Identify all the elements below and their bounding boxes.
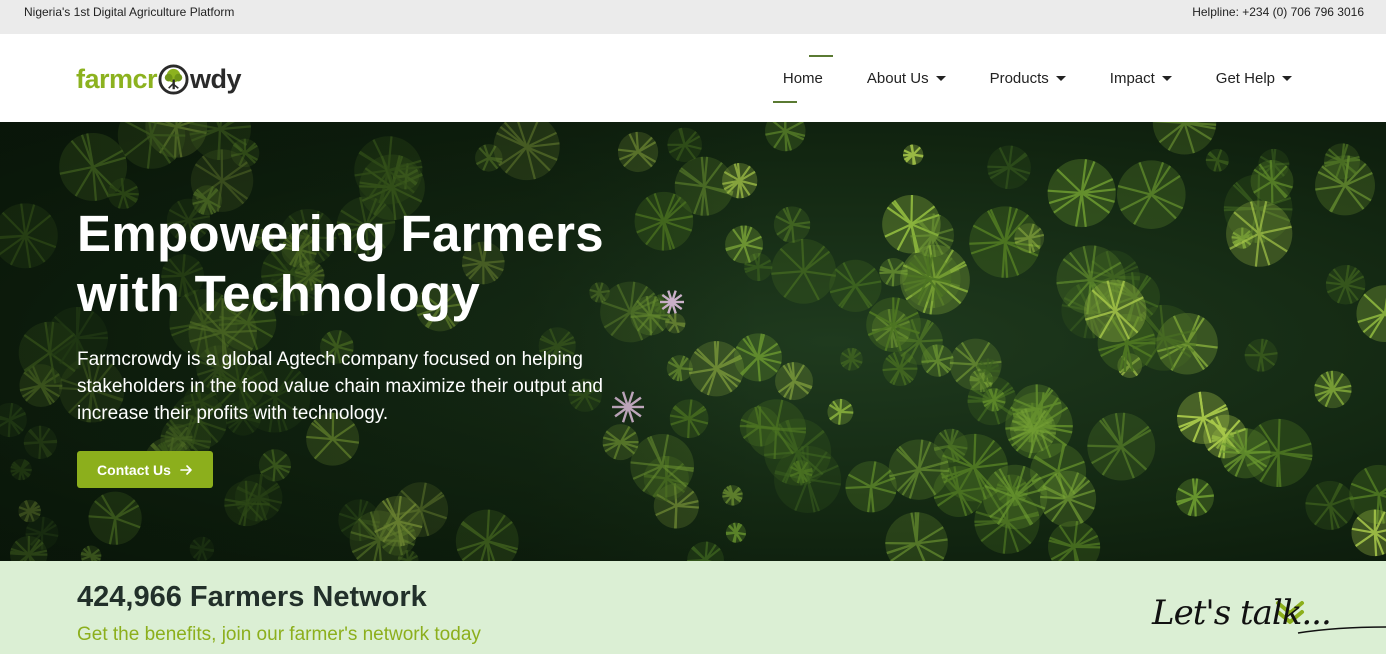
nav-products-label: Products <box>989 69 1049 87</box>
nav-get-help-label: Get Help <box>1215 69 1275 87</box>
caret-down-icon <box>935 76 946 81</box>
hero-title-line2: with Technology <box>77 265 481 322</box>
hero-title: Empowering Farmers with Technology <box>77 204 717 324</box>
top-info-bar: Nigeria's 1st Digital Agriculture Platfo… <box>0 0 1386 34</box>
caret-down-icon <box>1055 76 1066 81</box>
hero-title-line1: Empowering Farmers <box>77 205 604 262</box>
caret-down-icon <box>1161 76 1172 81</box>
lets-talk-chat-widget[interactable]: Let's talk... <box>1148 587 1386 654</box>
lets-talk-label: Let's talk... <box>1152 593 1332 633</box>
nav-home-label: Home <box>782 69 823 87</box>
main-navbar: farmcr wdy Home About Us Products Impact <box>0 34 1386 122</box>
tree-icon <box>158 63 189 95</box>
nav-item-products[interactable]: Products <box>990 70 1066 87</box>
hero-description: Farmcrowdy is a global Agtech company fo… <box>77 349 603 424</box>
farmers-network-subtext: Get the benefits, join our farmer's netw… <box>77 624 481 645</box>
contact-us-label: Contact Us <box>97 461 171 478</box>
hero-section: Empowering Farmers with Technology Farmc… <box>0 122 1386 561</box>
logo-text-part2: wdy <box>190 63 242 94</box>
farmers-count-headline: 424,966 Farmers Network <box>77 581 427 613</box>
primary-nav: Home About Us Products Impact Get Help <box>739 34 1292 122</box>
farmers-network-banner: 424,966 Farmers Network Get the benefits… <box>0 561 1386 654</box>
helpline-phone[interactable]: Helpline: +234 (0) 706 796 3016 <box>1192 5 1364 19</box>
nav-impact-label: Impact <box>1109 69 1155 87</box>
hero-overlay <box>0 122 760 561</box>
caret-down-icon <box>1282 76 1292 81</box>
nav-item-about-us[interactable]: About Us <box>867 70 946 87</box>
arrow-right-icon <box>180 464 192 475</box>
logo-text-part1: farmcr <box>76 63 158 94</box>
nav-item-get-help[interactable]: Get Help <box>1216 70 1292 87</box>
nav-about-label: About Us <box>866 69 929 87</box>
nav-item-impact[interactable]: Impact <box>1110 70 1172 87</box>
nav-item-home[interactable]: Home <box>772 54 833 103</box>
farmcrowdy-logo[interactable]: farmcr wdy <box>76 62 242 96</box>
tagline: Nigeria's 1st Digital Agriculture Platfo… <box>24 5 235 19</box>
contact-us-button[interactable]: Contact Us <box>77 451 213 488</box>
